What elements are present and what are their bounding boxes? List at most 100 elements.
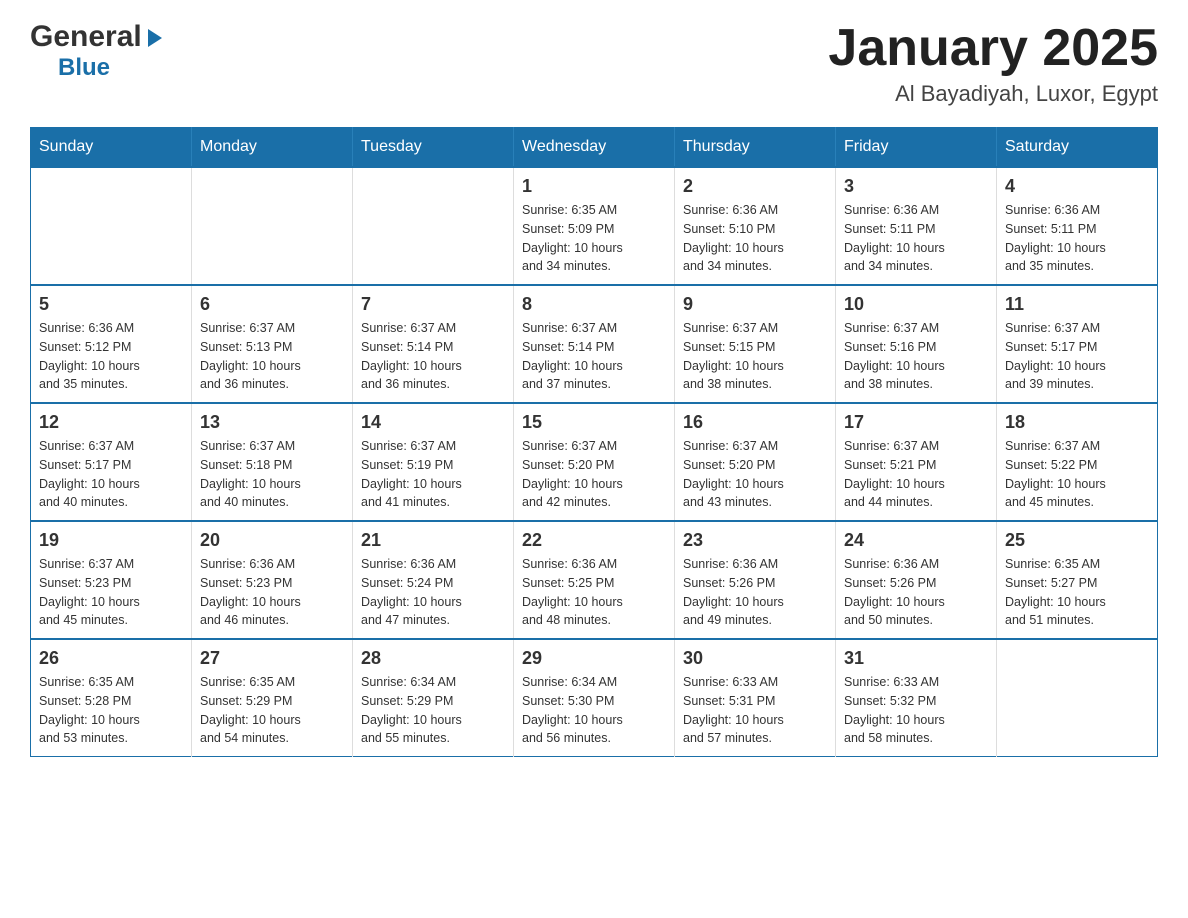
day-of-week-header: Sunday <box>31 128 192 168</box>
day-info: Sunrise: 6:37 AM Sunset: 5:14 PM Dayligh… <box>361 319 505 394</box>
day-info: Sunrise: 6:37 AM Sunset: 5:20 PM Dayligh… <box>522 437 666 512</box>
days-of-week-row: SundayMondayTuesdayWednesdayThursdayFrid… <box>31 128 1158 168</box>
calendar-header: SundayMondayTuesdayWednesdayThursdayFrid… <box>31 128 1158 168</box>
calendar-cell: 12Sunrise: 6:37 AM Sunset: 5:17 PM Dayli… <box>31 403 192 521</box>
day-number: 24 <box>844 530 988 551</box>
day-info: Sunrise: 6:33 AM Sunset: 5:32 PM Dayligh… <box>844 673 988 748</box>
day-number: 18 <box>1005 412 1149 433</box>
day-number: 27 <box>200 648 344 669</box>
day-number: 9 <box>683 294 827 315</box>
day-of-week-header: Tuesday <box>353 128 514 168</box>
day-info: Sunrise: 6:36 AM Sunset: 5:10 PM Dayligh… <box>683 201 827 276</box>
day-info: Sunrise: 6:36 AM Sunset: 5:23 PM Dayligh… <box>200 555 344 630</box>
day-info: Sunrise: 6:37 AM Sunset: 5:18 PM Dayligh… <box>200 437 344 512</box>
calendar-cell <box>31 167 192 285</box>
day-info: Sunrise: 6:37 AM Sunset: 5:23 PM Dayligh… <box>39 555 183 630</box>
day-info: Sunrise: 6:34 AM Sunset: 5:30 PM Dayligh… <box>522 673 666 748</box>
day-number: 6 <box>200 294 344 315</box>
calendar-cell: 23 Sunrise: 6:36 AM Sunset: 5:26 PM Dayli… <box>675 521 836 639</box>
day-info: Sunrise: 6:35 AM Sunset: 5:29 PM Dayligh… <box>200 673 344 748</box>
day-number: 16 <box>683 412 827 433</box>
calendar-cell: 31 Sunrise: 6:33 AM Sunset: 5:32 PM Dayli… <box>836 639 997 757</box>
day-info: Sunrise: 6:33 AM Sunset: 5:31 PM Dayligh… <box>683 673 827 748</box>
day-info: Sunrise: 6:37 AM Sunset: 5:22 PM Dayligh… <box>1005 437 1149 512</box>
logo-general-text: General <box>30 20 142 54</box>
calendar-cell: 7Sunrise: 6:37 AM Sunset: 5:14 PM Daylig… <box>353 285 514 403</box>
day-number: 29 <box>522 648 666 669</box>
calendar-cell: 13Sunrise: 6:37 AM Sunset: 5:18 PM Dayli… <box>192 403 353 521</box>
calendar-cell: 5Sunrise: 6:36 AM Sunset: 5:12 PM Daylig… <box>31 285 192 403</box>
title-block: January 2025 Al Bayadiyah, Luxor, Egypt <box>828 20 1158 107</box>
page-title: January 2025 <box>828 20 1158 77</box>
calendar-week-row: 12Sunrise: 6:37 AM Sunset: 5:17 PM Dayli… <box>31 403 1158 521</box>
day-number: 12 <box>39 412 183 433</box>
calendar-cell: 15 Sunrise: 6:37 AM Sunset: 5:20 PM Dayli… <box>514 403 675 521</box>
day-info: Sunrise: 6:37 AM Sunset: 5:14 PM Dayligh… <box>522 319 666 394</box>
day-info: Sunrise: 6:36 AM Sunset: 5:11 PM Dayligh… <box>1005 201 1149 276</box>
calendar-cell: 19 Sunrise: 6:37 AM Sunset: 5:23 PM Dayli… <box>31 521 192 639</box>
day-number: 23 <box>683 530 827 551</box>
calendar-cell: 1 Sunrise: 6:35 AM Sunset: 5:09 PM Daylig… <box>514 167 675 285</box>
calendar-cell: 4 Sunrise: 6:36 AM Sunset: 5:11 PM Daylig… <box>997 167 1158 285</box>
calendar-cell: 22 Sunrise: 6:36 AM Sunset: 5:25 PM Dayli… <box>514 521 675 639</box>
day-number: 8 <box>522 294 666 315</box>
calendar-cell: 28 Sunrise: 6:34 AM Sunset: 5:29 PM Dayli… <box>353 639 514 757</box>
day-info: Sunrise: 6:37 AM Sunset: 5:16 PM Dayligh… <box>844 319 988 394</box>
day-of-week-header: Thursday <box>675 128 836 168</box>
day-info: Sunrise: 6:35 AM Sunset: 5:28 PM Dayligh… <box>39 673 183 748</box>
day-info: Sunrise: 6:37 AM Sunset: 5:20 PM Dayligh… <box>683 437 827 512</box>
day-of-week-header: Saturday <box>997 128 1158 168</box>
day-number: 2 <box>683 176 827 197</box>
calendar-cell: 18 Sunrise: 6:37 AM Sunset: 5:22 PM Dayli… <box>997 403 1158 521</box>
day-info: Sunrise: 6:35 AM Sunset: 5:09 PM Dayligh… <box>522 201 666 276</box>
day-number: 19 <box>39 530 183 551</box>
day-number: 17 <box>844 412 988 433</box>
calendar-cell: 30Sunrise: 6:33 AM Sunset: 5:31 PM Dayli… <box>675 639 836 757</box>
calendar-cell: 25 Sunrise: 6:35 AM Sunset: 5:27 PM Dayli… <box>997 521 1158 639</box>
calendar-cell <box>997 639 1158 757</box>
calendar-cell: 20 Sunrise: 6:36 AM Sunset: 5:23 PM Dayli… <box>192 521 353 639</box>
logo-arrow-icon <box>144 27 166 49</box>
page-subtitle: Al Bayadiyah, Luxor, Egypt <box>828 81 1158 107</box>
calendar-cell <box>353 167 514 285</box>
day-info: Sunrise: 6:37 AM Sunset: 5:17 PM Dayligh… <box>1005 319 1149 394</box>
day-number: 25 <box>1005 530 1149 551</box>
day-of-week-header: Friday <box>836 128 997 168</box>
day-number: 1 <box>522 176 666 197</box>
logo-blue-text: Blue <box>58 54 110 82</box>
calendar-cell: 6Sunrise: 6:37 AM Sunset: 5:13 PM Daylig… <box>192 285 353 403</box>
day-number: 20 <box>200 530 344 551</box>
day-info: Sunrise: 6:36 AM Sunset: 5:24 PM Dayligh… <box>361 555 505 630</box>
day-info: Sunrise: 6:34 AM Sunset: 5:29 PM Dayligh… <box>361 673 505 748</box>
calendar-cell: 9Sunrise: 6:37 AM Sunset: 5:15 PM Daylig… <box>675 285 836 403</box>
day-number: 31 <box>844 648 988 669</box>
day-info: Sunrise: 6:35 AM Sunset: 5:27 PM Dayligh… <box>1005 555 1149 630</box>
day-info: Sunrise: 6:36 AM Sunset: 5:12 PM Dayligh… <box>39 319 183 394</box>
day-info: Sunrise: 6:36 AM Sunset: 5:25 PM Dayligh… <box>522 555 666 630</box>
logo: General Blue <box>30 20 166 82</box>
calendar-cell: 17Sunrise: 6:37 AM Sunset: 5:21 PM Dayli… <box>836 403 997 521</box>
calendar-cell: 29 Sunrise: 6:34 AM Sunset: 5:30 PM Dayli… <box>514 639 675 757</box>
calendar-table: SundayMondayTuesdayWednesdayThursdayFrid… <box>30 127 1158 757</box>
page-header: General Blue January 2025 Al Bayadiyah, … <box>30 20 1158 107</box>
day-number: 15 <box>522 412 666 433</box>
day-of-week-header: Monday <box>192 128 353 168</box>
day-number: 28 <box>361 648 505 669</box>
calendar-cell: 24 Sunrise: 6:36 AM Sunset: 5:26 PM Dayli… <box>836 521 997 639</box>
calendar-body: 1 Sunrise: 6:35 AM Sunset: 5:09 PM Daylig… <box>31 167 1158 757</box>
day-number: 4 <box>1005 176 1149 197</box>
day-number: 22 <box>522 530 666 551</box>
day-info: Sunrise: 6:36 AM Sunset: 5:26 PM Dayligh… <box>683 555 827 630</box>
calendar-cell <box>192 167 353 285</box>
calendar-week-row: 1 Sunrise: 6:35 AM Sunset: 5:09 PM Daylig… <box>31 167 1158 285</box>
calendar-cell: 8 Sunrise: 6:37 AM Sunset: 5:14 PM Daylig… <box>514 285 675 403</box>
calendar-cell: 16 Sunrise: 6:37 AM Sunset: 5:20 PM Dayli… <box>675 403 836 521</box>
day-of-week-header: Wednesday <box>514 128 675 168</box>
day-number: 11 <box>1005 294 1149 315</box>
day-number: 3 <box>844 176 988 197</box>
calendar-week-row: 26Sunrise: 6:35 AM Sunset: 5:28 PM Dayli… <box>31 639 1158 757</box>
calendar-cell: 26Sunrise: 6:35 AM Sunset: 5:28 PM Dayli… <box>31 639 192 757</box>
day-info: Sunrise: 6:36 AM Sunset: 5:26 PM Dayligh… <box>844 555 988 630</box>
day-info: Sunrise: 6:36 AM Sunset: 5:11 PM Dayligh… <box>844 201 988 276</box>
calendar-week-row: 19 Sunrise: 6:37 AM Sunset: 5:23 PM Dayli… <box>31 521 1158 639</box>
